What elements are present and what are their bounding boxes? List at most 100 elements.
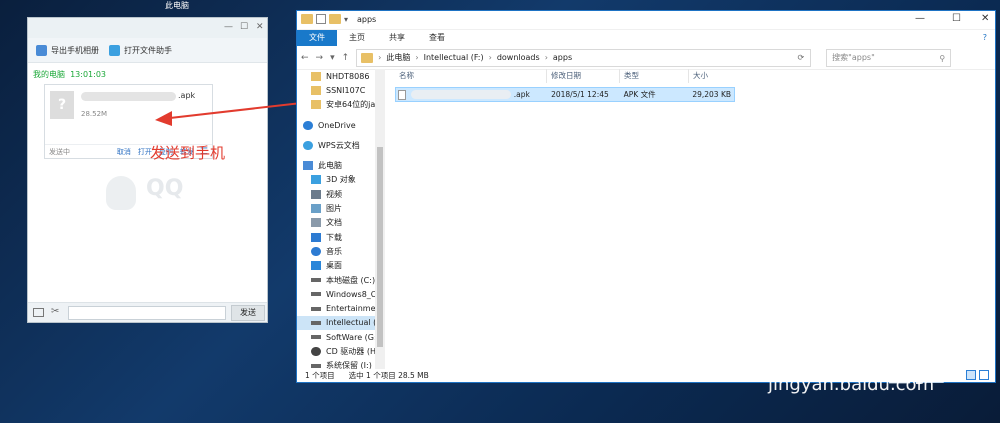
column-name[interactable]: 名称 bbox=[395, 69, 547, 83]
tab-view[interactable]: 查看 bbox=[417, 30, 457, 46]
nav-item[interactable]: 音乐 bbox=[297, 244, 385, 258]
wps-icon bbox=[303, 140, 313, 150]
file-extension: .apk bbox=[513, 89, 530, 99]
large-icons-view-icon[interactable] bbox=[979, 370, 989, 380]
file-type: APK 文件 bbox=[623, 90, 656, 99]
search-input[interactable]: 搜索"apps" ⚲ bbox=[826, 48, 952, 67]
nav-item-label: OneDrive bbox=[318, 120, 356, 130]
breadcrumb-apps[interactable]: apps bbox=[553, 53, 572, 62]
nav-item[interactable]: 3D 对象 bbox=[297, 173, 385, 187]
nav-item[interactable]: NHDT8086 bbox=[297, 69, 385, 83]
file-date: 2018/5/1 12:45 bbox=[551, 90, 609, 99]
blurred-file-name bbox=[411, 90, 512, 99]
music-icon bbox=[311, 246, 321, 256]
document-icon bbox=[311, 218, 321, 228]
tab-home[interactable]: 主页 bbox=[337, 30, 377, 46]
column-size[interactable]: 大小 bbox=[689, 69, 735, 83]
nav-item[interactable]: SSNI107C bbox=[297, 83, 385, 97]
minimize-icon[interactable]: — bbox=[915, 13, 925, 24]
navigation-pane: NHDT8086 SSNI107C 安卓64位的java OneDrive WPS云文档… bbox=[297, 69, 385, 369]
up-icon[interactable]: ↑ bbox=[342, 53, 350, 63]
close-icon[interactable]: ✕ bbox=[981, 13, 989, 24]
back-icon[interactable]: ← bbox=[301, 53, 309, 63]
address-bar[interactable]: › 此电脑 › Intellectual (F:) › downloads › … bbox=[356, 48, 812, 67]
selection-info: 选中 1 个项目 28.5 MB bbox=[348, 370, 429, 380]
nav-item[interactable]: CD 驱动器 (H:) bbox=[297, 344, 385, 358]
nav-item[interactable]: Intellectual (F:) bbox=[297, 315, 385, 331]
new-folder-icon[interactable] bbox=[329, 14, 341, 24]
drive-icon bbox=[311, 335, 321, 340]
nav-item-label: SoftWare (G:) bbox=[326, 332, 380, 342]
desktop-icon bbox=[311, 261, 321, 271]
annotation-text: 发送到手机 bbox=[150, 144, 226, 162]
column-date[interactable]: 修改日期 bbox=[547, 69, 620, 83]
file-explorer-window: ▾ apps — ☐ ✕ 文件 主页 共享 查看 ? ← → ▾ ↑ › 此电脑… bbox=[296, 10, 996, 383]
nav-item-label: Windows8_OS bbox=[326, 289, 383, 299]
3d-icon bbox=[311, 175, 321, 185]
pc-icon bbox=[303, 161, 313, 171]
scrollbar-thumb[interactable] bbox=[377, 147, 383, 347]
nav-item[interactable]: Windows8_OS bbox=[297, 287, 385, 301]
nav-item-label: 本地磁盘 (C:) bbox=[326, 275, 376, 285]
breadcrumb-drive[interactable]: Intellectual (F:) bbox=[424, 53, 484, 62]
ribbon-tabs: 文件 主页 共享 查看 ? bbox=[297, 30, 995, 46]
video-icon bbox=[311, 189, 321, 199]
folder-icon bbox=[301, 14, 313, 24]
cd-icon bbox=[311, 346, 321, 356]
recent-chevron-icon[interactable]: ▾ bbox=[330, 53, 335, 63]
nav-item-label: 音乐 bbox=[326, 246, 342, 256]
column-headers: 名称 修改日期 类型 大小 bbox=[395, 69, 995, 83]
breadcrumb-this-pc[interactable]: 此电脑 bbox=[386, 52, 410, 63]
file-icon bbox=[398, 89, 406, 100]
nav-item-label: NHDT8086 bbox=[326, 71, 370, 81]
maximize-icon[interactable]: ☐ bbox=[952, 13, 961, 24]
drive-icon bbox=[311, 320, 321, 325]
nav-item[interactable]: 本地磁盘 (C:) bbox=[297, 273, 385, 287]
tab-file[interactable]: 文件 bbox=[297, 30, 337, 46]
baidu-jingyan-url: jingyan.baidu.com bbox=[768, 374, 935, 395]
nav-item-label: 下载 bbox=[326, 232, 342, 242]
cloud-icon bbox=[303, 120, 313, 130]
chevron-down-icon[interactable]: ▾ bbox=[344, 15, 348, 24]
file-size: 29,203 KB bbox=[692, 90, 732, 99]
refresh-icon[interactable]: ⟳ bbox=[797, 53, 810, 62]
nav-item-label: 此电脑 bbox=[318, 161, 342, 171]
nav-item[interactable]: 此电脑 bbox=[297, 158, 385, 172]
picture-icon bbox=[311, 204, 321, 214]
drive-icon bbox=[311, 278, 321, 282]
nav-scrollbar[interactable] bbox=[375, 69, 385, 369]
tab-share[interactable]: 共享 bbox=[377, 30, 417, 46]
nav-item-label: CD 驱动器 (H:) bbox=[326, 346, 382, 356]
drive-icon bbox=[311, 292, 321, 297]
nav-item-label: 视频 bbox=[326, 189, 342, 199]
folder-icon bbox=[361, 52, 374, 63]
nav-item[interactable]: 文档 bbox=[297, 216, 385, 230]
nav-item-label: WPS云文档 bbox=[318, 140, 360, 150]
column-type[interactable]: 类型 bbox=[620, 69, 689, 83]
forward-icon[interactable]: → bbox=[316, 53, 324, 63]
details-view-icon[interactable] bbox=[966, 370, 976, 380]
search-icon[interactable]: ⚲ bbox=[939, 51, 945, 67]
nav-item[interactable]: 下载 bbox=[297, 230, 385, 244]
nav-item[interactable]: 视频 bbox=[297, 187, 385, 201]
nav-item[interactable]: Entertainment ( bbox=[297, 301, 385, 315]
file-row[interactable]: .apk 2018/5/1 12:45 APK 文件 29,203 KB bbox=[395, 87, 735, 102]
nav-item-label: 图片 bbox=[326, 204, 342, 214]
item-count: 1 个项目 bbox=[305, 370, 335, 380]
view-buttons bbox=[966, 370, 989, 380]
nav-item[interactable]: 图片 bbox=[297, 201, 385, 215]
breadcrumb-downloads[interactable]: downloads bbox=[497, 53, 540, 62]
folder-icon bbox=[311, 71, 321, 81]
properties-icon[interactable] bbox=[316, 14, 326, 24]
nav-item[interactable]: SoftWare (G:) bbox=[297, 330, 385, 344]
nav-item[interactable]: 桌面 bbox=[297, 259, 385, 273]
explorer-titlebar: ▾ apps — ☐ ✕ bbox=[297, 11, 995, 30]
search-placeholder: 搜索"apps" bbox=[832, 52, 875, 62]
nav-item[interactable]: 安卓64位的java bbox=[297, 98, 385, 112]
help-icon[interactable]: ? bbox=[983, 30, 995, 46]
nav-item[interactable]: OneDrive bbox=[297, 118, 385, 132]
file-name-cell: .apk bbox=[396, 89, 547, 100]
nav-item-label: 文档 bbox=[326, 218, 342, 228]
address-row: ← → ▾ ↑ › 此电脑 › Intellectual (F:) › down… bbox=[297, 46, 995, 70]
nav-item[interactable]: WPS云文档 bbox=[297, 138, 385, 152]
